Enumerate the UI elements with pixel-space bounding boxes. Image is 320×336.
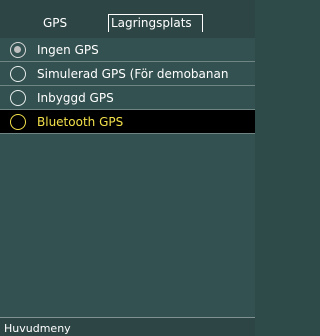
option-simulerad-gps[interactable]: Simulerad GPS (För demobanan xyxy=(0,62,255,86)
radio-unchecked-icon[interactable] xyxy=(10,114,26,130)
tab-gps[interactable]: GPS xyxy=(31,14,101,32)
option-bluetooth-gps[interactable]: Bluetooth GPS xyxy=(0,110,255,134)
radio-unchecked-icon[interactable] xyxy=(10,90,26,106)
gps-settings-screen: GPS Lagringsplats Ingen GPS Simulerad GP… xyxy=(0,0,255,336)
tab-lagringsplats[interactable]: Lagringsplats xyxy=(108,14,203,32)
option-label: Ingen GPS xyxy=(37,43,99,57)
tab-bar: GPS Lagringsplats xyxy=(0,0,255,38)
option-ingen-gps[interactable]: Ingen GPS xyxy=(0,38,255,62)
softkey-bar: Huvudmeny xyxy=(0,317,255,336)
option-label: Simulerad GPS (För demobanan xyxy=(37,67,229,81)
gps-source-list: Ingen GPS Simulerad GPS (För demobanan I… xyxy=(0,38,255,134)
option-label: Inbyggd GPS xyxy=(37,91,114,105)
option-inbyggd-gps[interactable]: Inbyggd GPS xyxy=(0,86,255,110)
main-menu-softkey[interactable]: Huvudmeny xyxy=(4,322,71,336)
radio-checked-icon[interactable] xyxy=(10,42,26,58)
option-label: Bluetooth GPS xyxy=(37,115,124,129)
radio-unchecked-icon[interactable] xyxy=(10,66,26,82)
